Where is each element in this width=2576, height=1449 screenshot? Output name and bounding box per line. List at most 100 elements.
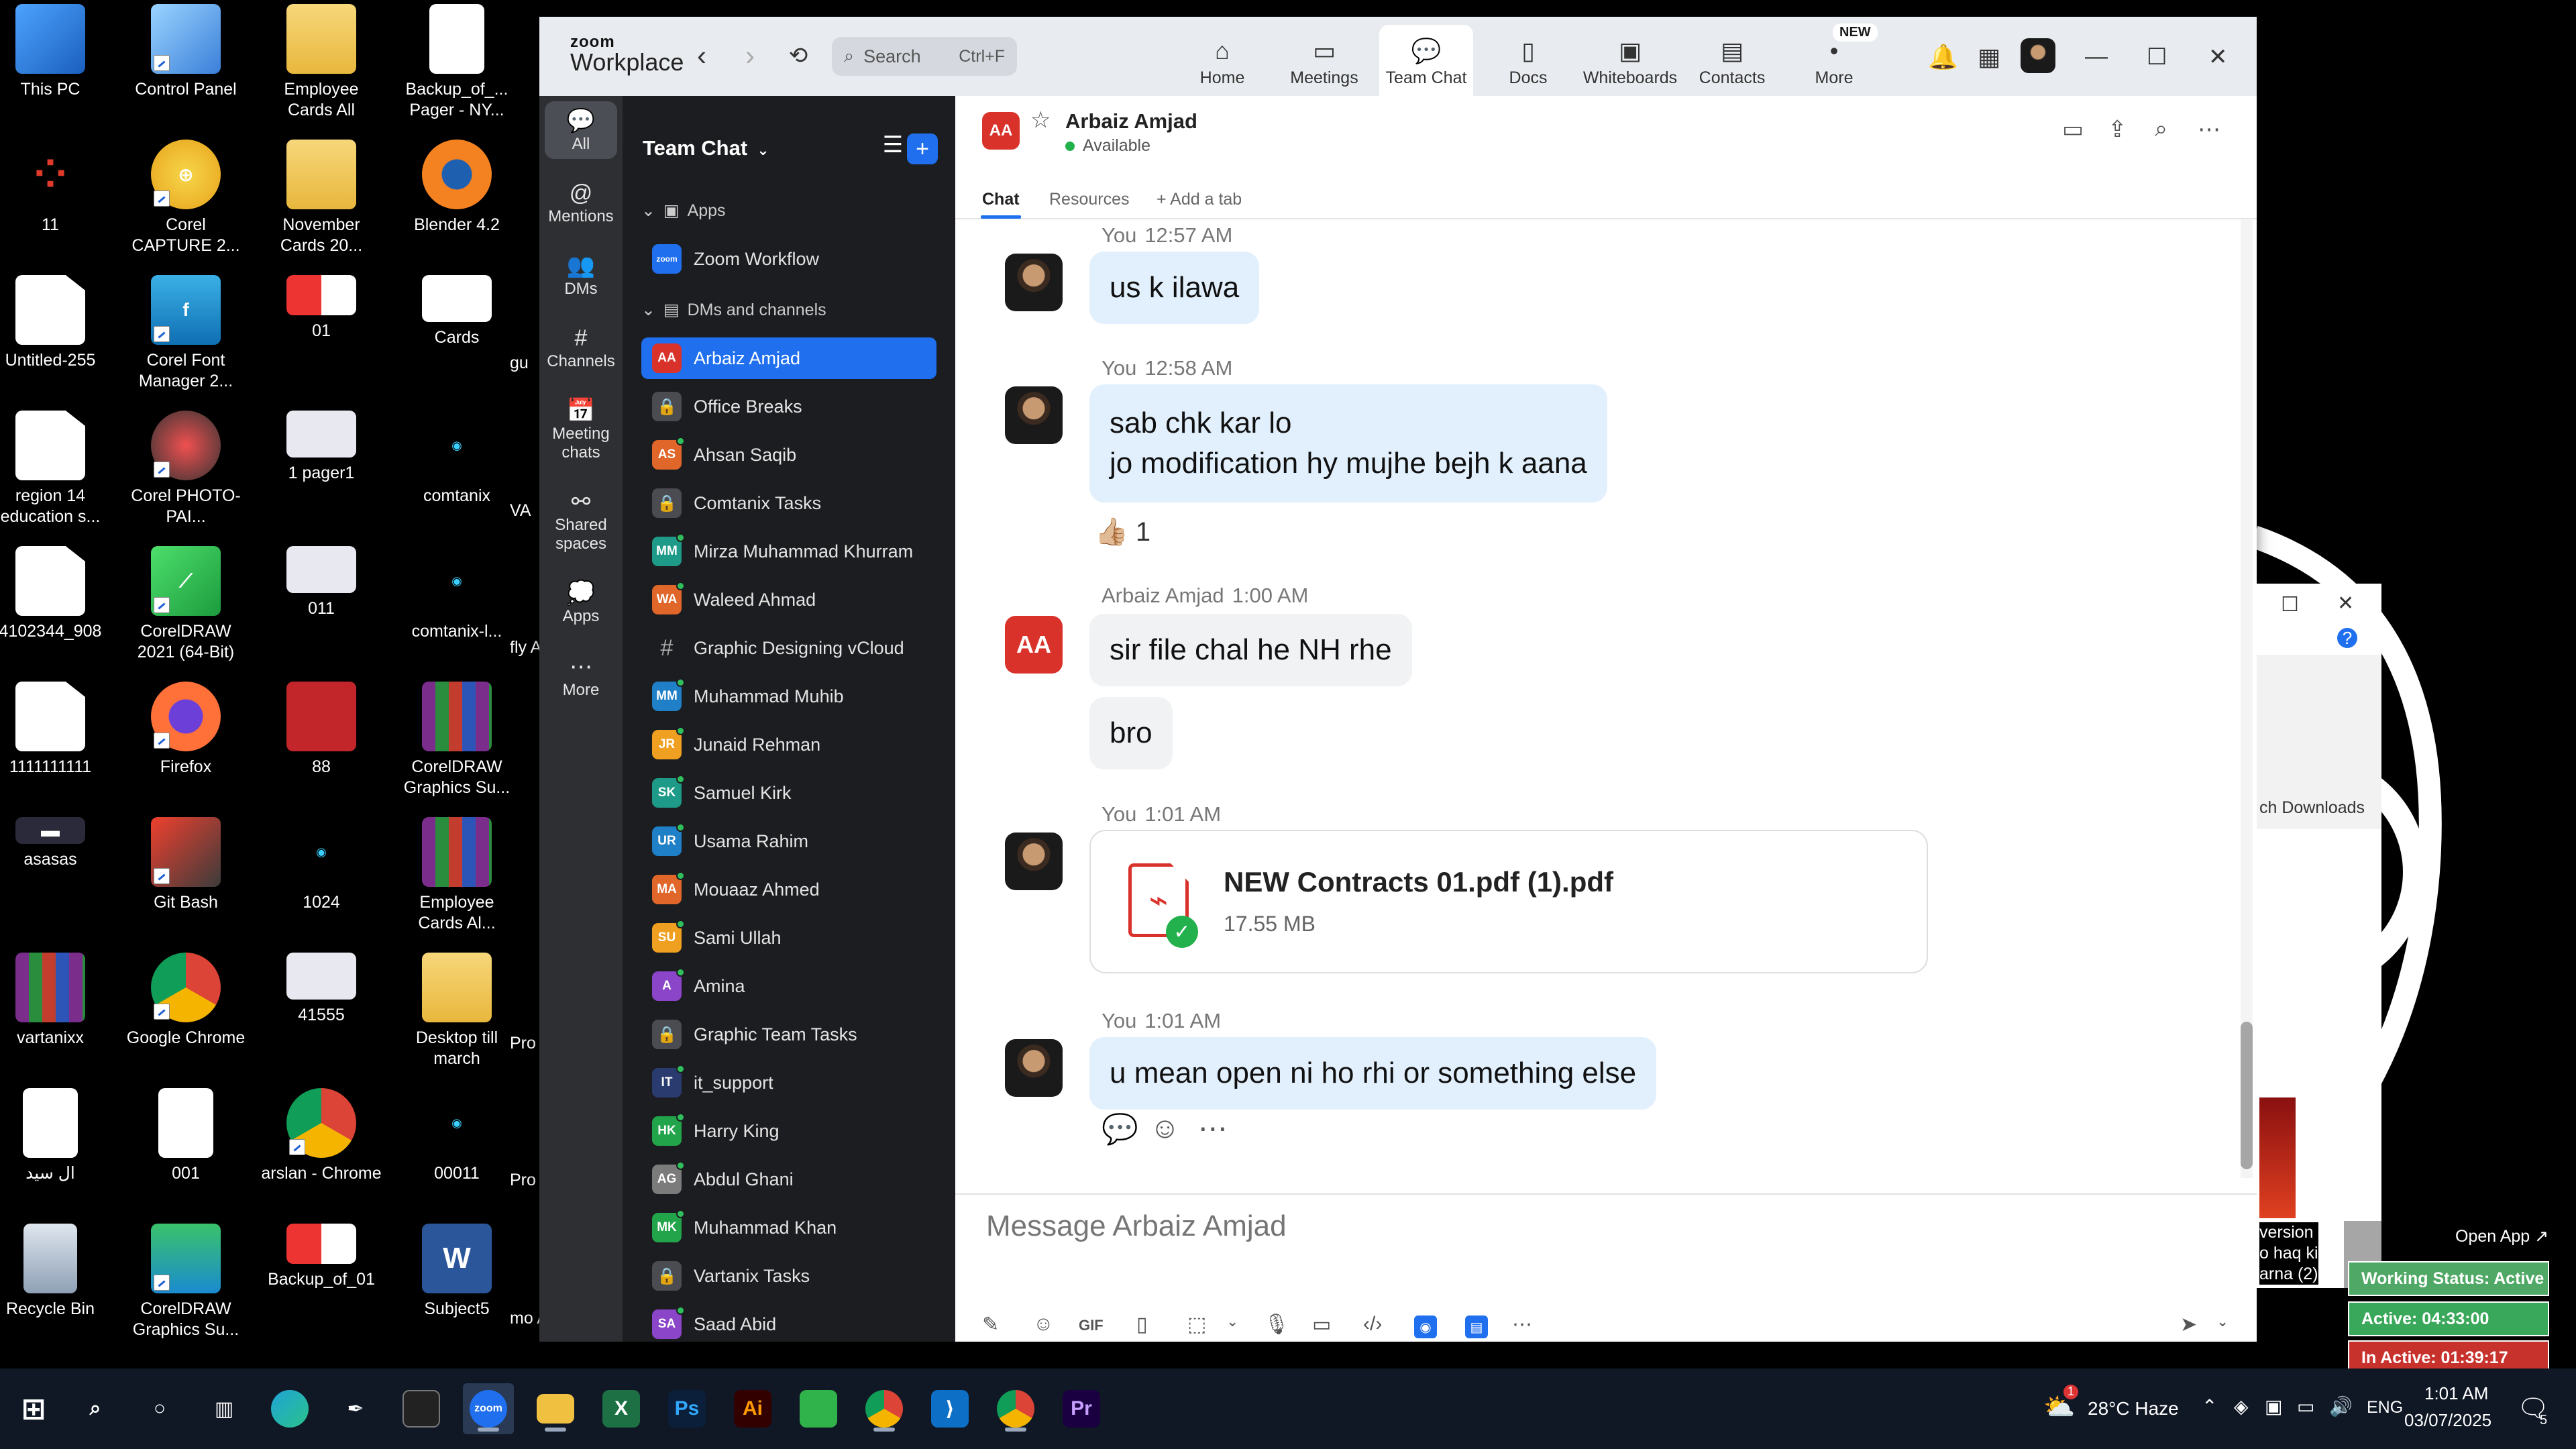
edge-icon[interactable] bbox=[264, 1383, 315, 1434]
desktop-icon[interactable]: Recycle Bin bbox=[0, 1224, 111, 1320]
video-message-icon[interactable]: ▭ bbox=[1312, 1313, 1331, 1336]
list-item[interactable]: SA Saad Abid bbox=[641, 1303, 936, 1342]
desktop-icon[interactable]: This PC bbox=[0, 4, 111, 100]
list-item[interactable]: AS Ahsan Saqib bbox=[641, 434, 936, 476]
section-dms[interactable]: ⌄ ▤ DMs and channels bbox=[641, 300, 826, 320]
network-icon[interactable]: ▭ bbox=[2297, 1395, 2314, 1417]
terminal-icon[interactable] bbox=[396, 1383, 447, 1434]
desktop-icon[interactable]: Employee Cards All bbox=[261, 4, 382, 121]
desktop-icon[interactable]: ◉ comtanix-l... bbox=[396, 546, 517, 642]
file-explorer-icon[interactable] bbox=[530, 1383, 581, 1434]
open-app-link[interactable]: Open App ↗ bbox=[2455, 1226, 2548, 1246]
desktop-icon[interactable]: PDF 1111111111 bbox=[0, 682, 111, 777]
chat-title[interactable]: Arbaiz Amjad bbox=[1065, 109, 1197, 133]
attach-file-icon[interactable]: ▯ bbox=[1136, 1313, 1148, 1336]
desktop-icon[interactable]: f Corel Font Manager 2... bbox=[125, 275, 246, 392]
message-bubble[interactable]: u mean open ni ho rhi or something else bbox=[1089, 1037, 1657, 1110]
sidebar-item-mentions[interactable]: @ Mentions bbox=[545, 179, 617, 226]
list-item[interactable]: HK Harry King bbox=[641, 1110, 936, 1152]
desktop-icon[interactable]: Control Panel bbox=[125, 4, 246, 100]
tray-app-icon[interactable]: ◈ bbox=[2234, 1395, 2249, 1417]
start-button[interactable]: ⊞ bbox=[8, 1383, 59, 1434]
reaction-chip[interactable]: 👍🏼 1 bbox=[1095, 516, 1150, 547]
desktop-icon[interactable]: ◉ 1024 bbox=[261, 817, 382, 913]
tab-resources[interactable]: Resources bbox=[1049, 190, 1130, 209]
photoshop-icon[interactable]: Ps bbox=[661, 1383, 712, 1434]
filter-icon[interactable]: ☰ bbox=[877, 129, 908, 160]
scrollbar-thumb[interactable] bbox=[2241, 1022, 2253, 1169]
list-item[interactable]: # Graphic Designing vCloud bbox=[641, 627, 936, 669]
tab-docs[interactable]: ▯ Docs bbox=[1481, 25, 1575, 96]
new-chat-button[interactable]: + bbox=[907, 133, 938, 164]
sidebar-item-apps[interactable]: 💭 Apps bbox=[545, 579, 617, 626]
clock-date[interactable]: 03/07/2025 bbox=[2404, 1410, 2491, 1431]
message-input[interactable] bbox=[986, 1210, 2127, 1243]
desktop-icon[interactable]: 41555 bbox=[261, 953, 382, 1026]
list-item[interactable]: 🔒 Office Breaks bbox=[641, 386, 936, 427]
app-icon[interactable]: ◉ bbox=[1414, 1316, 1437, 1338]
tab-whiteboards[interactable]: ▣ Whiteboards bbox=[1583, 25, 1677, 96]
desktop-icon[interactable]: November Cards 20... bbox=[261, 140, 382, 256]
zoom-taskbar-icon[interactable]: zoom bbox=[463, 1383, 514, 1434]
tab-home[interactable]: ⌂ Home bbox=[1175, 25, 1269, 96]
list-item[interactable]: UR Usama Rahim bbox=[641, 820, 936, 862]
more-actions-icon[interactable]: ⋯ bbox=[1198, 1112, 1228, 1146]
list-item[interactable]: MM Mirza Muhammad Khurram bbox=[641, 531, 936, 572]
desktop-icon[interactable]: W Subject5 bbox=[396, 1224, 517, 1320]
desktop-icon[interactable]: Git Bash bbox=[125, 817, 246, 913]
format-icon[interactable]: ✎ bbox=[982, 1313, 999, 1336]
back-arrow-icon[interactable]: ‹ bbox=[688, 42, 715, 70]
sidebar-item-shared-spaces[interactable]: ⚯ Shared spaces bbox=[545, 488, 617, 553]
list-item[interactable]: MK Muhammad Khan bbox=[641, 1207, 936, 1248]
desktop-icon[interactable]: ⁘ 11 bbox=[0, 140, 111, 235]
desktop-icon[interactable]: PDF 4102344_908 bbox=[0, 546, 111, 642]
send-options-icon[interactable]: ⌄ bbox=[2216, 1313, 2229, 1330]
sidebar-item-dms[interactable]: 👥 DMs bbox=[545, 252, 617, 299]
emoji-icon[interactable]: ☺ bbox=[1033, 1313, 1054, 1336]
list-item[interactable]: 🔒 Graphic Team Tasks bbox=[641, 1014, 936, 1055]
list-item-zoom-workflow[interactable]: zoom Zoom Workflow bbox=[641, 238, 936, 280]
list-item[interactable]: AA Arbaiz Amjad bbox=[641, 337, 936, 379]
excel-icon[interactable]: X bbox=[596, 1383, 647, 1434]
minimize-button[interactable]: — bbox=[2085, 44, 2108, 70]
screenshot-icon[interactable]: ⬚ bbox=[1187, 1313, 1206, 1336]
tab-more[interactable]: • More NEW bbox=[1787, 23, 1881, 96]
desktop-icon[interactable]: ⊕ Corel CAPTURE 2... bbox=[125, 140, 246, 256]
desktop-icon[interactable]: ◉ 00011 bbox=[396, 1088, 517, 1184]
my-avatar[interactable] bbox=[1005, 1039, 1063, 1097]
bg-maximize-icon[interactable]: ☐ bbox=[2281, 593, 2299, 616]
list-title[interactable]: Team Chat ⌄ bbox=[643, 136, 769, 160]
tray-chevron-icon[interactable]: ⌃ bbox=[2202, 1395, 2217, 1417]
app-icon-2[interactable]: ▤ bbox=[1465, 1316, 1488, 1338]
my-avatar[interactable] bbox=[1005, 386, 1063, 444]
language-indicator[interactable]: ENG bbox=[2367, 1398, 2403, 1417]
desktop-icon[interactable]: Cards bbox=[396, 275, 517, 348]
history-icon[interactable]: ⟲ bbox=[785, 42, 812, 69]
section-apps[interactable]: ⌄ ▣ Apps bbox=[641, 201, 726, 221]
tab-meetings[interactable]: ▭ Meetings bbox=[1277, 25, 1371, 96]
desktop-icon[interactable]: ▬ asasas bbox=[0, 817, 111, 870]
message-bubble[interactable]: us k ilawa bbox=[1089, 252, 1260, 324]
desktop-icon[interactable]: Corel PHOTO-PAI... bbox=[125, 411, 246, 527]
more-options-icon[interactable]: ⋯ bbox=[2198, 116, 2220, 143]
send-icon[interactable]: ➤ bbox=[2180, 1313, 2197, 1336]
weather-text[interactable]: 28°C Haze bbox=[2088, 1398, 2179, 1419]
desktop-icon[interactable]: ◉ comtanix bbox=[396, 411, 517, 506]
desktop-icon[interactable]: Desktop till march bbox=[396, 953, 517, 1069]
search-chat-icon[interactable]: ⌕ bbox=[2155, 116, 2167, 142]
list-item[interactable]: IT it_support bbox=[641, 1062, 936, 1104]
list-item[interactable]: MM Muhammad Muhib bbox=[641, 676, 936, 717]
desktop-icon[interactable]: Firefox bbox=[125, 682, 246, 777]
sidebar-item-all[interactable]: 💬 All bbox=[545, 101, 617, 159]
reply-icon[interactable]: 💬 bbox=[1102, 1112, 1138, 1146]
profile-avatar[interactable] bbox=[2021, 38, 2055, 73]
close-button[interactable]: ✕ bbox=[2208, 44, 2228, 70]
desktop-icon[interactable]: arslan - Chrome bbox=[261, 1088, 382, 1184]
bell-icon[interactable]: 🔔 bbox=[1928, 44, 1958, 70]
help-icon[interactable]: ? bbox=[2337, 628, 2357, 648]
list-item[interactable]: A Amina bbox=[641, 965, 936, 1007]
desktop-icon[interactable]: Blender 4.2 bbox=[396, 140, 517, 235]
microphone-icon[interactable]: 🎙 bbox=[1264, 1313, 1289, 1336]
chrome-profile-icon[interactable] bbox=[990, 1383, 1041, 1434]
video-call-icon[interactable]: ▭ bbox=[2062, 116, 2084, 143]
